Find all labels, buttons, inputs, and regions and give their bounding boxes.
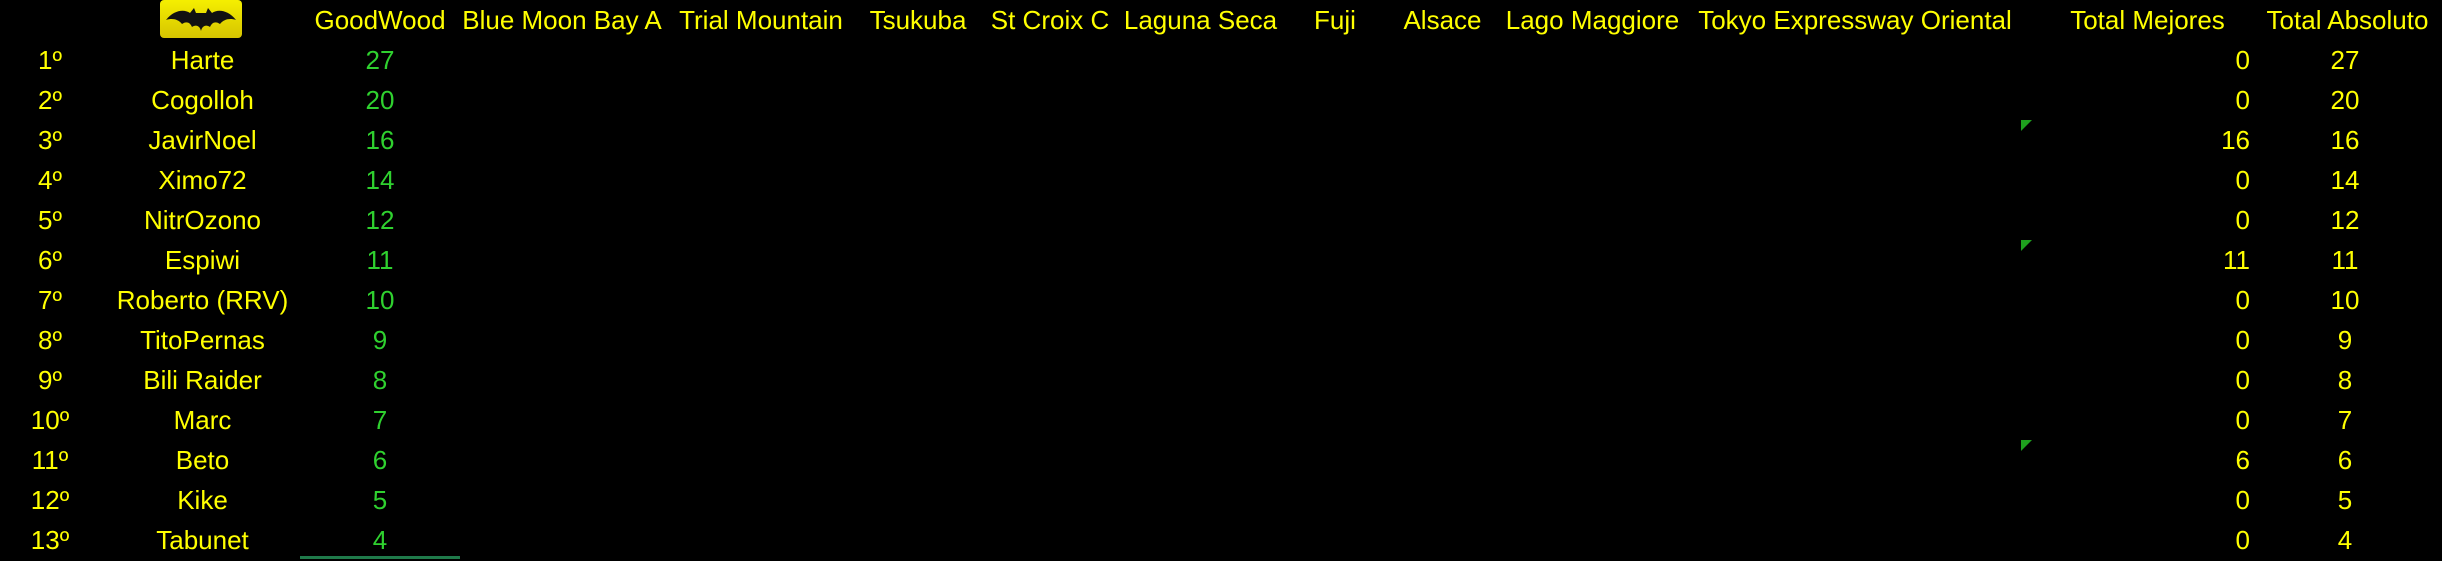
goodwood-score-cell[interactable]: 6 xyxy=(300,440,460,480)
total-mejores-cell[interactable]: 0 xyxy=(2140,480,2250,520)
rank-cell[interactable]: 7º xyxy=(22,280,78,320)
total-absoluto-cell[interactable]: 9 xyxy=(2305,320,2385,360)
goodwood-score-cell[interactable]: 27 xyxy=(300,40,460,80)
total-mejores-cell[interactable]: 0 xyxy=(2140,40,2250,80)
table-row: 5º NitrOzono 12 0 12 xyxy=(0,200,2442,240)
column-header[interactable]: Blue Moon Bay A xyxy=(462,0,662,40)
rank-cell[interactable]: 10º xyxy=(22,400,78,440)
total-mejores-cell[interactable]: 0 xyxy=(2140,360,2250,400)
column-header[interactable]: Trial Mountain xyxy=(666,0,856,40)
player-name-cell[interactable]: JavirNoel xyxy=(110,120,295,160)
goodwood-score-cell[interactable]: 5 xyxy=(300,480,460,520)
table-row: 10º Marc 7 0 7 xyxy=(0,400,2442,440)
rank-cell[interactable]: 6º xyxy=(22,240,78,280)
total-absoluto-cell[interactable]: 5 xyxy=(2305,480,2385,520)
player-name-cell[interactable]: Espiwi xyxy=(110,240,295,280)
player-name-cell[interactable]: Kike xyxy=(110,480,295,520)
total-absoluto-cell[interactable]: 4 xyxy=(2305,520,2385,560)
goodwood-score-cell[interactable]: 7 xyxy=(300,400,460,440)
rank-cell[interactable]: 13º xyxy=(22,520,78,560)
comment-indicator-icon[interactable] xyxy=(2021,240,2032,251)
table-row: 13º Tabunet 4 0 4 xyxy=(0,520,2442,560)
table-row: 7º Roberto (RRV) 10 0 10 xyxy=(0,280,2442,320)
table-row: 9º Bili Raider 8 0 8 xyxy=(0,360,2442,400)
rank-cell[interactable]: 2º xyxy=(22,80,78,120)
spreadsheet: GoodWood Blue Moon Bay A Trial Mountain Tsu… xyxy=(0,0,2442,561)
player-name-cell[interactable]: Marc xyxy=(110,400,295,440)
goodwood-score-cell[interactable]: 20 xyxy=(300,80,460,120)
batman-logo-icon xyxy=(160,0,242,38)
total-mejores-cell[interactable]: 6 xyxy=(2140,440,2250,480)
goodwood-score-cell[interactable]: 9 xyxy=(300,320,460,360)
player-name-cell[interactable]: TitoPernas xyxy=(110,320,295,360)
player-name-cell[interactable]: Ximo72 xyxy=(110,160,295,200)
rank-cell[interactable]: 9º xyxy=(22,360,78,400)
table-row: 6º Espiwi 11 11 11 xyxy=(0,240,2442,280)
column-header[interactable]: Total Absoluto xyxy=(2255,0,2440,40)
rank-cell[interactable]: 4º xyxy=(22,160,78,200)
cell-selection-border xyxy=(300,556,460,559)
total-absoluto-cell[interactable]: 8 xyxy=(2305,360,2385,400)
table-row: 8º TitoPernas 9 0 9 xyxy=(0,320,2442,360)
table-row: 4º Ximo72 14 0 14 xyxy=(0,160,2442,200)
column-header[interactable]: GoodWood xyxy=(300,0,460,40)
total-absoluto-cell[interactable]: 7 xyxy=(2305,400,2385,440)
goodwood-score-cell[interactable]: 11 xyxy=(300,240,460,280)
column-header[interactable]: Lago Maggiore xyxy=(1500,0,1685,40)
player-name-cell[interactable]: Roberto (RRV) xyxy=(110,280,295,320)
player-name-cell[interactable]: Cogolloh xyxy=(110,80,295,120)
table-row: 3º JavirNoel 16 16 16 xyxy=(0,120,2442,160)
total-absoluto-cell[interactable]: 14 xyxy=(2305,160,2385,200)
player-name-cell[interactable]: Tabunet xyxy=(110,520,295,560)
column-header[interactable]: St Croix C xyxy=(985,0,1115,40)
total-mejores-cell[interactable]: 0 xyxy=(2140,80,2250,120)
table-row: 11º Beto 6 6 6 xyxy=(0,440,2442,480)
goodwood-score-cell[interactable]: 14 xyxy=(300,160,460,200)
table-row: 12º Kike 5 0 5 xyxy=(0,480,2442,520)
goodwood-score-cell[interactable]: 4 xyxy=(300,520,460,560)
rank-cell[interactable]: 12º xyxy=(22,480,78,520)
goodwood-score-cell[interactable]: 16 xyxy=(300,120,460,160)
table-row: 1º Harte 27 0 27 xyxy=(0,40,2442,80)
column-header[interactable]: Total Mejores xyxy=(2045,0,2250,40)
total-mejores-cell[interactable]: 0 xyxy=(2140,400,2250,440)
total-mejores-cell[interactable]: 0 xyxy=(2140,160,2250,200)
column-header[interactable]: Tsukuba xyxy=(858,0,978,40)
total-absoluto-cell[interactable]: 20 xyxy=(2305,80,2385,120)
total-mejores-cell[interactable]: 0 xyxy=(2140,520,2250,560)
player-name-cell[interactable]: Harte xyxy=(110,40,295,80)
total-absoluto-cell[interactable]: 12 xyxy=(2305,200,2385,240)
total-absoluto-cell[interactable]: 27 xyxy=(2305,40,2385,80)
player-name-cell[interactable]: Bili Raider xyxy=(110,360,295,400)
rank-cell[interactable]: 1º xyxy=(22,40,78,80)
rank-cell[interactable]: 8º xyxy=(22,320,78,360)
goodwood-score-cell[interactable]: 12 xyxy=(300,200,460,240)
total-mejores-cell[interactable]: 0 xyxy=(2140,200,2250,240)
total-absoluto-cell[interactable]: 6 xyxy=(2305,440,2385,480)
column-header[interactable]: Alsace xyxy=(1385,0,1500,40)
total-absoluto-cell[interactable]: 16 xyxy=(2305,120,2385,160)
table-row: 2º Cogolloh 20 0 20 xyxy=(0,80,2442,120)
column-header[interactable]: Laguna Seca xyxy=(1118,0,1283,40)
total-absoluto-cell[interactable]: 10 xyxy=(2305,280,2385,320)
comment-indicator-icon[interactable] xyxy=(2021,120,2032,131)
rank-cell[interactable]: 5º xyxy=(22,200,78,240)
column-header[interactable]: Tokyo Expressway Oriental xyxy=(1690,0,2020,40)
rank-cell[interactable]: 11º xyxy=(22,440,78,480)
total-absoluto-cell[interactable]: 11 xyxy=(2305,240,2385,280)
player-name-cell[interactable]: Beto xyxy=(110,440,295,480)
total-mejores-cell[interactable]: 0 xyxy=(2140,280,2250,320)
total-mejores-cell[interactable]: 0 xyxy=(2140,320,2250,360)
goodwood-score-cell[interactable]: 8 xyxy=(300,360,460,400)
column-header[interactable]: Fuji xyxy=(1295,0,1375,40)
comment-indicator-icon[interactable] xyxy=(2021,440,2032,451)
player-name-cell[interactable]: NitrOzono xyxy=(110,200,295,240)
rank-cell[interactable]: 3º xyxy=(22,120,78,160)
total-mejores-cell[interactable]: 16 xyxy=(2140,120,2250,160)
total-mejores-cell[interactable]: 11 xyxy=(2140,240,2250,280)
goodwood-score-cell[interactable]: 10 xyxy=(300,280,460,320)
